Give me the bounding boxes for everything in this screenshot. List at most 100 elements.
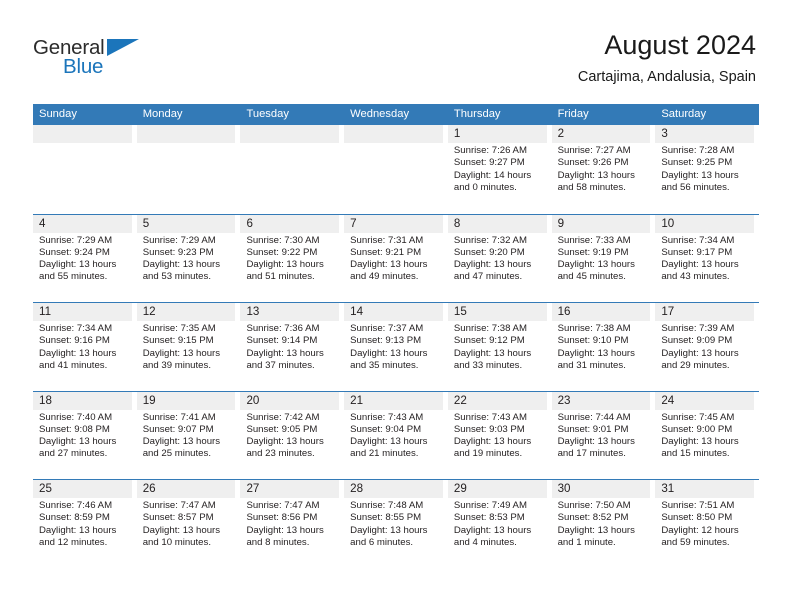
sunset-text: Sunset: 8:55 PM xyxy=(350,512,422,524)
day-number: 9 xyxy=(551,214,651,233)
day-cell-inner: 5 Sunrise: 7:29 AM Sunset: 9:23 PM Daylight… xyxy=(136,214,236,303)
calendar-day-cell[interactable]: 6 Sunrise: 7:30 AM Sunset: 9:22 PM Daylight… xyxy=(240,214,344,303)
calendar-day-cell[interactable]: 30 Sunrise: 7:50 AM Sunset: 8:52 PM Dayligh… xyxy=(551,480,656,568)
day-cell-inner: 31 Sunrise: 7:51 AM Sunset: 8:50 PM Dayligh… xyxy=(655,480,755,568)
daylight-text-line2: and 45 minutes. xyxy=(557,271,626,283)
general-blue-logo[interactable]: General Blue xyxy=(33,36,148,82)
calendar-day-cell[interactable]: 18 Sunrise: 7:40 AM Sunset: 9:08 PM Dayligh… xyxy=(33,391,137,480)
day-detail: Sunrise: 7:47 AM Sunset: 8:57 PM Daylight:… xyxy=(137,498,236,549)
calendar-day-cell[interactable]: 21 Sunrise: 7:43 AM Sunset: 9:04 PM Dayligh… xyxy=(344,391,448,480)
day-number: 10 xyxy=(655,214,755,233)
calendar-day-cell[interactable]: 19 Sunrise: 7:41 AM Sunset: 9:07 PM Dayligh… xyxy=(136,391,241,480)
calendar-day-cell[interactable]: 9 Sunrise: 7:33 AM Sunset: 9:19 PM Daylight… xyxy=(551,214,656,303)
day-detail: Sunrise: 7:33 AM Sunset: 9:19 PM Daylight:… xyxy=(552,233,651,284)
sunrise-text: Sunrise: 7:49 AM xyxy=(453,500,527,511)
daylight-text-line1: Daylight: 13 hours xyxy=(246,524,324,536)
calendar-day-cell[interactable]: 22 Sunrise: 7:43 AM Sunset: 9:03 PM Dayligh… xyxy=(447,391,552,480)
calendar-day-cell[interactable]: 28 Sunrise: 7:48 AM Sunset: 8:55 PM Dayligh… xyxy=(344,480,448,568)
day-cell-inner: 6 Sunrise: 7:30 AM Sunset: 9:22 PM Daylight… xyxy=(240,214,340,303)
daylight-text-line1: Daylight: 13 hours xyxy=(661,436,739,448)
calendar-day-cell[interactable]: 1 Sunrise: 7:26 AM Sunset: 9:27 PM Daylight… xyxy=(447,125,552,214)
daylight-text-line1: Daylight: 13 hours xyxy=(142,259,221,271)
calendar-day-cell[interactable]: 11 Sunrise: 7:34 AM Sunset: 9:16 PM Dayligh… xyxy=(33,303,137,391)
calendar-day-cell[interactable]: 15 Sunrise: 7:38 AM Sunset: 9:12 PM Dayligh… xyxy=(447,303,552,391)
sunrise-text: Sunrise: 7:27 AM xyxy=(557,145,631,156)
day-detail: Sunrise: 7:28 AM Sunset: 9:25 PM Daylight:… xyxy=(655,143,754,194)
sunrise-text: Sunrise: 7:47 AM xyxy=(246,500,320,511)
daylight-text-line2: and 49 minutes. xyxy=(350,271,419,283)
sunset-text: Sunset: 9:21 PM xyxy=(350,246,422,258)
calendar-day-cell[interactable]: 31 Sunrise: 7:51 AM Sunset: 8:50 PM Dayligh… xyxy=(655,480,759,568)
day-detail: Sunrise: 7:48 AM Sunset: 8:55 PM Daylight:… xyxy=(344,498,443,549)
day-number: 11 xyxy=(33,303,132,321)
calendar-day-cell[interactable]: 7 Sunrise: 7:31 AM Sunset: 9:21 PM Daylight… xyxy=(344,214,448,303)
day-detail: Sunrise: 7:26 AM Sunset: 9:27 PM Daylight:… xyxy=(448,143,547,194)
day-number: 28 xyxy=(344,480,443,498)
daylight-text-line2: and 31 minutes. xyxy=(557,359,626,371)
calendar-day-cell[interactable]: 23 Sunrise: 7:44 AM Sunset: 9:01 PM Dayligh… xyxy=(551,391,656,480)
day-detail: Sunrise: 7:44 AM Sunset: 9:01 PM Daylight:… xyxy=(552,410,651,461)
day-cell-inner: 8 Sunrise: 7:32 AM Sunset: 9:20 PM Daylight… xyxy=(447,214,547,303)
calendar-day-cell[interactable]: 5 Sunrise: 7:29 AM Sunset: 9:23 PM Daylight… xyxy=(136,214,241,303)
calendar-day-cell[interactable]: 8 Sunrise: 7:32 AM Sunset: 9:20 PM Daylight… xyxy=(447,214,552,303)
calendar-day-cell[interactable]: 4 Sunrise: 7:29 AM Sunset: 9:24 PM Daylight… xyxy=(33,214,137,303)
calendar-day-cell[interactable]: 12 Sunrise: 7:35 AM Sunset: 9:15 PM Dayligh… xyxy=(136,303,241,391)
weekday-header-tuesday: Tuesday xyxy=(246,108,289,120)
day-number: 2 xyxy=(551,125,651,143)
daylight-text-line2: and 0 minutes. xyxy=(453,181,517,193)
day-detail: Sunrise: 7:51 AM Sunset: 8:50 PM Daylight:… xyxy=(655,498,754,549)
calendar-day-cell[interactable]: 29 Sunrise: 7:49 AM Sunset: 8:53 PM Dayligh… xyxy=(447,480,552,568)
calendar-day-cell-empty xyxy=(240,125,344,214)
calendar-day-cell[interactable]: 17 Sunrise: 7:39 AM Sunset: 9:09 PM Dayligh… xyxy=(655,303,759,391)
daylight-text-line2: and 41 minutes. xyxy=(39,359,108,371)
calendar-day-cell[interactable]: 20 Sunrise: 7:42 AM Sunset: 9:05 PM Dayligh… xyxy=(240,391,344,480)
sunrise-text: Sunrise: 7:33 AM xyxy=(557,234,631,246)
calendar-day-cell[interactable]: 25 Sunrise: 7:46 AM Sunset: 8:59 PM Dayligh… xyxy=(33,480,137,568)
sunset-text: Sunset: 9:20 PM xyxy=(453,246,525,258)
sunset-text: Sunset: 9:01 PM xyxy=(557,423,629,435)
sunset-text: Sunset: 9:22 PM xyxy=(246,246,318,258)
calendar-week-row: 4 Sunrise: 7:29 AM Sunset: 9:24 PM Daylight… xyxy=(33,213,759,303)
day-number: 18 xyxy=(33,391,132,410)
calendar-day-cell[interactable]: 24 Sunrise: 7:45 AM Sunset: 9:00 PM Dayligh… xyxy=(655,391,759,480)
daylight-text-line2: and 17 minutes. xyxy=(557,448,626,460)
weekday-header-sunday: Sunday xyxy=(39,108,77,120)
daylight-text-line1: Daylight: 13 hours xyxy=(39,436,117,448)
sunset-text: Sunset: 8:53 PM xyxy=(453,512,525,524)
sunrise-text: Sunrise: 7:31 AM xyxy=(350,234,424,246)
page-title: August 2024 xyxy=(604,30,756,60)
daylight-text-line1: Daylight: 13 hours xyxy=(557,436,635,448)
daylight-text-line1: Daylight: 13 hours xyxy=(246,436,324,448)
day-number: 22 xyxy=(447,391,547,410)
sunrise-text: Sunrise: 7:29 AM xyxy=(142,234,216,246)
day-number: 19 xyxy=(136,391,236,410)
sunrise-text: Sunrise: 7:43 AM xyxy=(350,411,424,423)
sunset-text: Sunset: 9:10 PM xyxy=(557,335,629,347)
sunrise-text: Sunrise: 7:48 AM xyxy=(350,500,424,511)
day-detail: Sunrise: 7:46 AM Sunset: 8:59 PM Daylight:… xyxy=(33,498,132,549)
daylight-text-line2: and 1 minute. xyxy=(557,536,616,548)
calendar-week-row: 25 Sunrise: 7:46 AM Sunset: 8:59 PM Dayligh… xyxy=(33,479,759,568)
day-number: 26 xyxy=(136,480,236,498)
calendar-day-cell[interactable]: 14 Sunrise: 7:37 AM Sunset: 9:13 PM Dayligh… xyxy=(344,303,448,391)
sunset-text: Sunset: 9:17 PM xyxy=(661,246,733,258)
calendar-day-cell[interactable]: 27 Sunrise: 7:47 AM Sunset: 8:56 PM Dayligh… xyxy=(240,480,344,568)
sunrise-text: Sunrise: 7:29 AM xyxy=(39,234,113,246)
weekday-header-thursday: Thursday xyxy=(453,108,501,120)
day-detail: Sunrise: 7:49 AM Sunset: 8:53 PM Daylight:… xyxy=(448,498,547,549)
day-number: 23 xyxy=(551,391,651,410)
day-cell-inner: 17 Sunrise: 7:39 AM Sunset: 9:09 PM Dayligh… xyxy=(655,303,755,391)
calendar-day-cell[interactable]: 16 Sunrise: 7:38 AM Sunset: 9:10 PM Dayligh… xyxy=(551,303,656,391)
sunset-text: Sunset: 9:09 PM xyxy=(661,335,733,347)
calendar-day-cell[interactable]: 3 Sunrise: 7:28 AM Sunset: 9:25 PM Daylight… xyxy=(655,125,759,214)
calendar-day-cell[interactable]: 13 Sunrise: 7:36 AM Sunset: 9:14 PM Dayligh… xyxy=(240,303,344,391)
calendar-day-cell[interactable]: 2 Sunrise: 7:27 AM Sunset: 9:26 PM Daylight… xyxy=(551,125,656,214)
calendar-weeks: 1 Sunrise: 7:26 AM Sunset: 9:27 PM Daylight… xyxy=(33,125,759,568)
day-cell-inner: 14 Sunrise: 7:37 AM Sunset: 9:13 PM Dayligh… xyxy=(344,303,443,391)
calendar-day-cell[interactable]: 26 Sunrise: 7:47 AM Sunset: 8:57 PM Dayligh… xyxy=(136,480,241,568)
daylight-text-line1: Daylight: 13 hours xyxy=(350,436,428,448)
daylight-text-line2: and 43 minutes. xyxy=(661,271,730,283)
daylight-text-line1: Daylight: 13 hours xyxy=(557,347,635,359)
calendar-day-cell[interactable]: 10 Sunrise: 7:34 AM Sunset: 9:17 PM Dayligh… xyxy=(655,214,759,303)
daylight-text-line2: and 53 minutes. xyxy=(142,271,211,283)
